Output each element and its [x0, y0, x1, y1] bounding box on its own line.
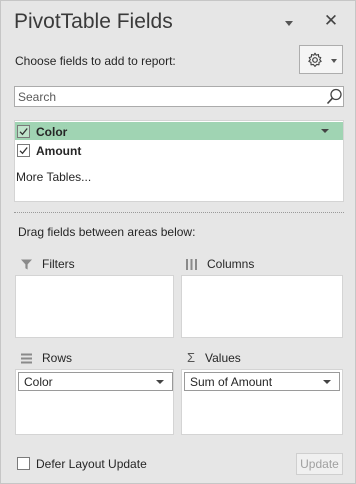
rows-area-header: Rows	[20, 351, 170, 367]
filters-drop-area[interactable]	[15, 275, 174, 338]
field-list: Color Amount More Tables...	[14, 120, 344, 202]
filters-area-label: Filters	[42, 257, 75, 271]
search-icon[interactable]	[326, 88, 343, 105]
values-area-label: Values	[205, 351, 241, 365]
rows-area-label: Rows	[42, 351, 73, 365]
defer-layout-checkbox[interactable]	[17, 457, 30, 470]
columns-area-label: Columns	[207, 257, 255, 271]
field-item-amount[interactable]: Amount	[15, 141, 343, 159]
task-pane-options-icon[interactable]	[285, 21, 293, 26]
columns-area-header: Columns	[185, 257, 335, 273]
close-icon[interactable]: ✕	[323, 12, 339, 30]
defer-layout-label: Defer Layout Update	[36, 457, 147, 471]
filter-icon	[21, 259, 32, 270]
values-field-pill-sum-of-amount[interactable]: Sum of Amount	[184, 372, 340, 391]
update-button[interactable]: Update	[296, 453, 343, 475]
field-dropdown-icon[interactable]	[321, 129, 329, 133]
values-field-label: Sum of Amount	[190, 375, 273, 389]
values-area-header: Σ Values	[187, 350, 337, 367]
rows-drop-area[interactable]: Color	[15, 369, 174, 435]
field-name: Amount	[36, 144, 82, 158]
pane-title: PivotTable Fields	[14, 10, 173, 33]
sigma-icon: Σ	[187, 350, 196, 365]
checkmark-icon	[19, 147, 28, 155]
more-tables-link[interactable]: More Tables...	[16, 170, 91, 184]
gear-icon	[308, 52, 322, 67]
columns-drop-area[interactable]	[181, 275, 343, 338]
field-checkbox-amount[interactable]	[17, 144, 30, 157]
pivottable-fields-pane: PivotTable Fields ✕ Choose fields to add…	[0, 0, 356, 484]
drag-fields-label: Drag fields between areas below:	[18, 225, 196, 239]
chevron-down-icon[interactable]	[323, 380, 331, 384]
chevron-down-icon	[331, 59, 337, 63]
rows-field-label: Color	[24, 375, 53, 389]
search-box	[14, 86, 344, 107]
field-item-color[interactable]: Color	[15, 122, 343, 140]
filters-area-header: Filters	[20, 257, 170, 273]
columns-icon	[186, 259, 197, 270]
rows-icon	[21, 353, 32, 364]
chevron-down-icon[interactable]	[156, 380, 164, 384]
field-name: Color	[36, 125, 68, 139]
tools-button[interactable]	[299, 45, 343, 74]
rows-field-pill-color[interactable]: Color	[18, 372, 173, 391]
field-checkbox-color[interactable]	[17, 125, 30, 138]
choose-fields-label: Choose fields to add to report:	[15, 54, 176, 68]
values-drop-area[interactable]: Sum of Amount	[181, 369, 343, 435]
search-input[interactable]	[15, 87, 315, 106]
pane-splitter[interactable]	[14, 212, 344, 213]
checkmark-icon	[19, 128, 28, 136]
